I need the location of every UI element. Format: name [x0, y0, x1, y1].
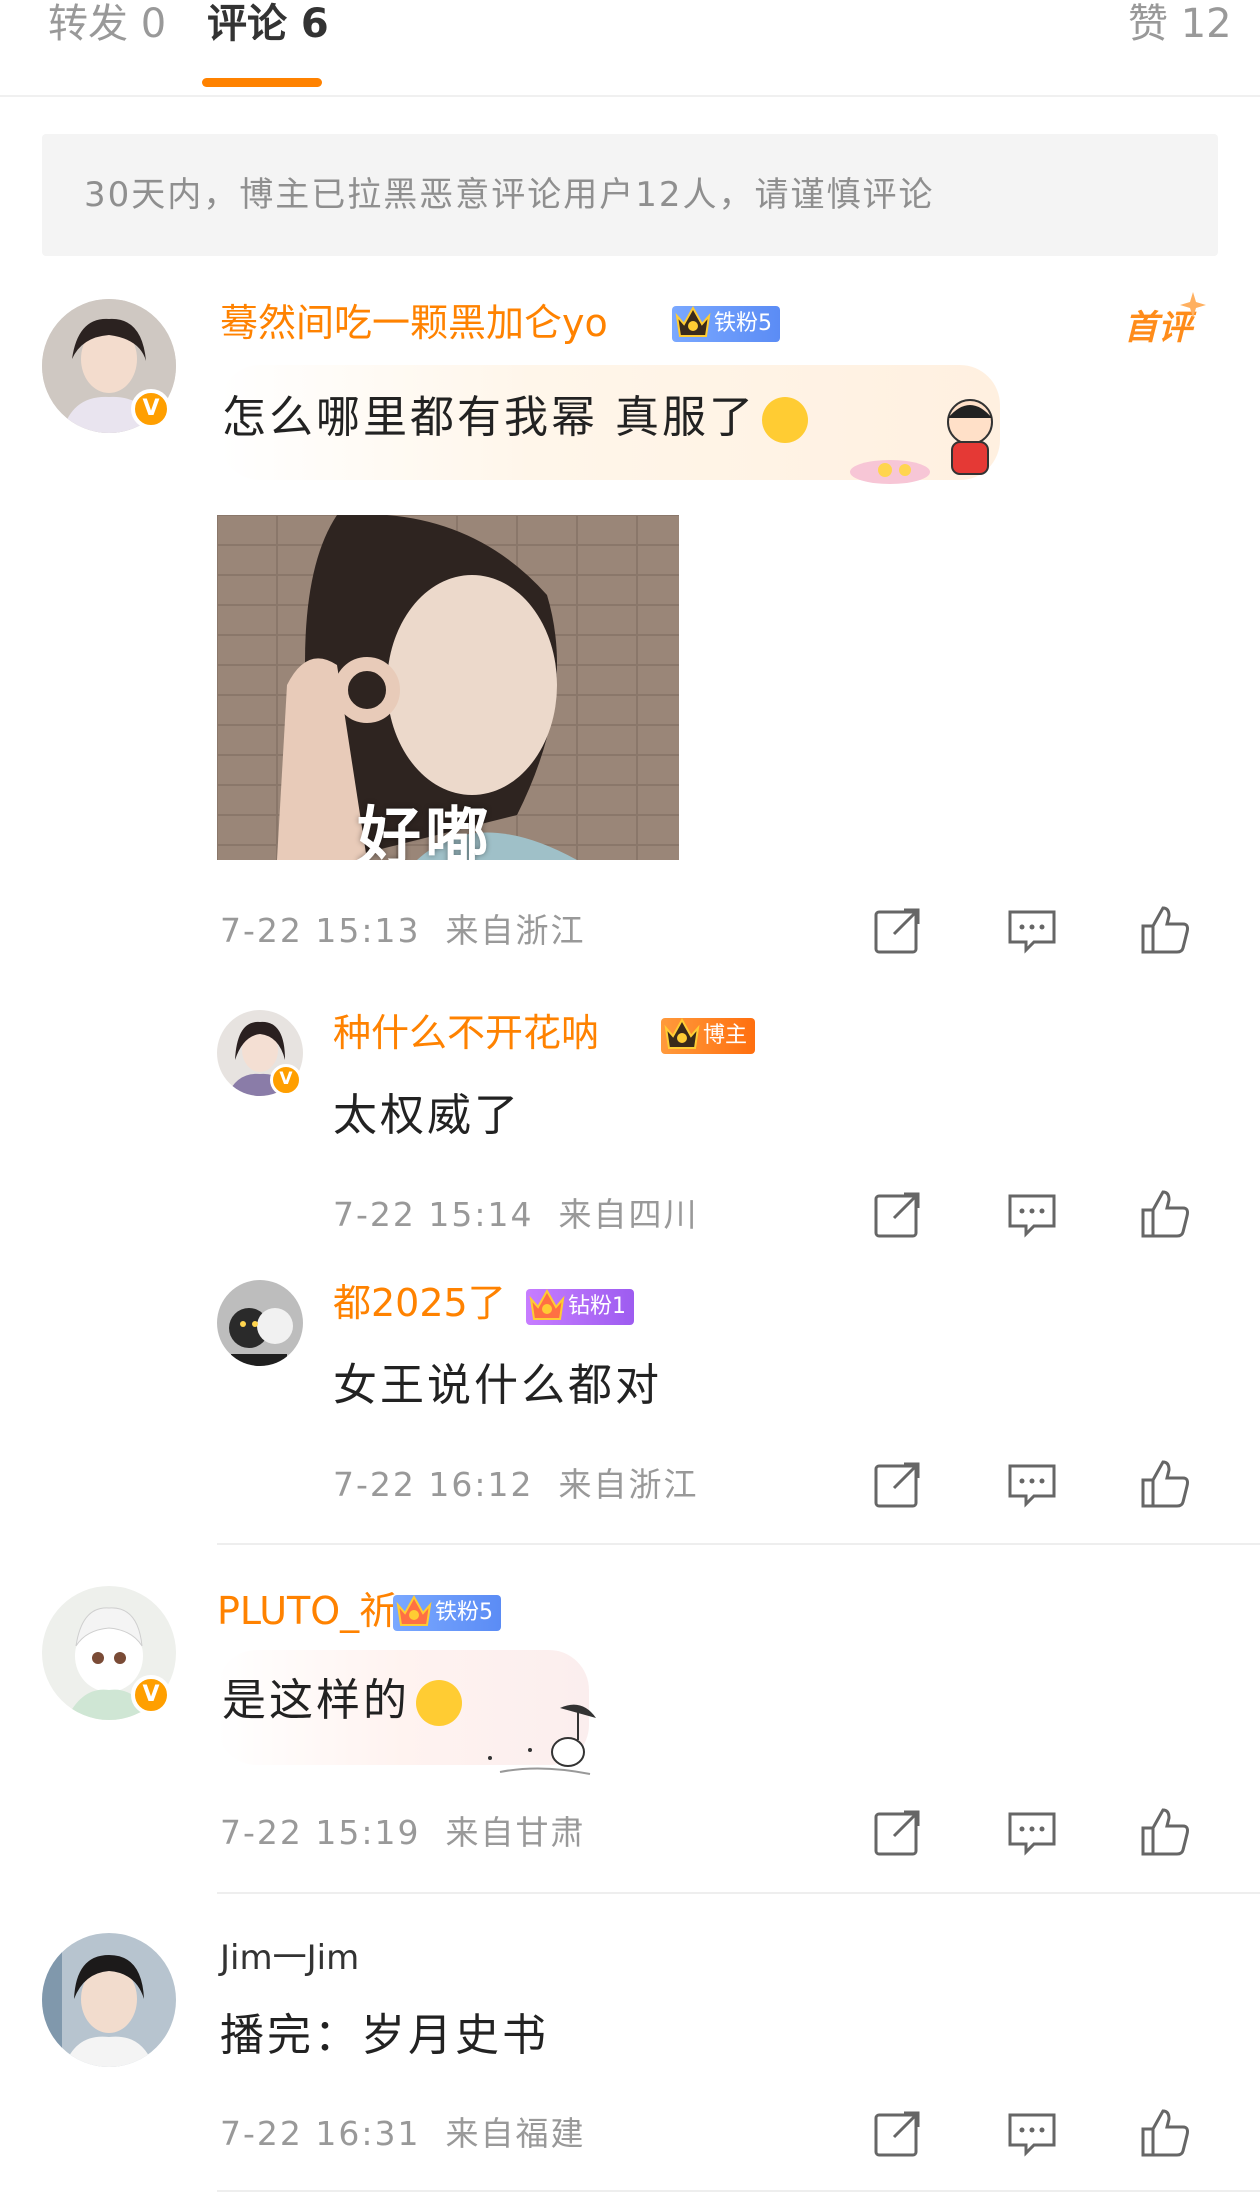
- avatar[interactable]: [217, 1280, 303, 1366]
- crown-icon: [529, 1288, 565, 1320]
- like-button[interactable]: [1137, 1456, 1193, 1512]
- verified-icon: V: [131, 1675, 171, 1715]
- share-icon: [874, 1192, 920, 1238]
- reply-button[interactable]: [1004, 2105, 1060, 2161]
- blogger-badge: 博主: [661, 1017, 756, 1054]
- crown-icon: [664, 1017, 700, 1049]
- first-comment-tag: 首评: [1124, 292, 1206, 349]
- like-icon: [1141, 1808, 1189, 1856]
- sticker-icon: [850, 399, 993, 484]
- share-icon: [874, 1462, 920, 1508]
- tab-reposts[interactable]: 转发 0: [48, 0, 166, 48]
- comment-icon: [1008, 1194, 1056, 1238]
- crown-icon: [675, 305, 711, 337]
- share-button[interactable]: [870, 902, 926, 958]
- divider: [217, 2190, 1260, 2192]
- share-icon: [874, 908, 920, 954]
- like-button[interactable]: [1137, 2105, 1193, 2161]
- comment-text: 播完：岁月史书: [220, 2010, 549, 2061]
- share-button[interactable]: [870, 1456, 926, 1512]
- username[interactable]: PLUTO_祈: [217, 1588, 397, 1634]
- like-button[interactable]: [1137, 1186, 1193, 1242]
- comment-text: 怎么哪里都有我幂 真服了: [222, 390, 808, 446]
- like-button[interactable]: [1137, 1804, 1193, 1860]
- share-button[interactable]: [870, 2105, 926, 2161]
- divider: [217, 1892, 1260, 1894]
- like-icon: [1141, 1460, 1189, 1508]
- share-button[interactable]: [870, 1186, 926, 1242]
- block-notice: 30天内，博主已拉黑恶意评论用户12人，请谨慎评论: [42, 134, 1218, 256]
- username[interactable]: 蓦然间吃一颗黑加仑yo: [220, 300, 608, 346]
- verified-icon: V: [270, 1064, 302, 1096]
- comment-icon: [1008, 910, 1056, 954]
- like-button[interactable]: [1137, 902, 1193, 958]
- fan-badge: 钻粉1: [526, 1288, 634, 1325]
- comment-meta: 7-22 16:31 来自福建: [220, 2114, 586, 2153]
- reply-meta: 7-22 15:14 来自四川: [333, 1195, 699, 1234]
- laughing-emoji-icon: [762, 397, 808, 443]
- reply-button[interactable]: [1004, 1804, 1060, 1860]
- username[interactable]: 都2025了: [333, 1280, 506, 1326]
- like-icon: [1141, 2109, 1189, 2157]
- reply-button[interactable]: [1004, 902, 1060, 958]
- reply-text: 太权威了: [333, 1090, 521, 1141]
- share-icon: [874, 2111, 920, 2157]
- comment-actions: [870, 1804, 1210, 1864]
- crown-icon: [396, 1594, 432, 1626]
- tab-bar: 转发 0 评论 6 赞 12: [0, 0, 1260, 97]
- comment-icon: [1008, 1812, 1056, 1856]
- share-button[interactable]: [870, 1804, 926, 1860]
- reply-actions: [870, 1456, 1210, 1516]
- username[interactable]: 种什么不开花呐: [333, 1010, 599, 1056]
- comment-actions: [870, 2105, 1210, 2165]
- like-icon: [1141, 906, 1189, 954]
- tab-comments[interactable]: 评论 6: [207, 0, 329, 48]
- fan-badge: 铁粉5: [393, 1594, 501, 1631]
- comment-meta: 7-22 15:19 来自甘肃: [220, 1813, 586, 1852]
- reply-text: 女王说什么都对: [333, 1360, 662, 1411]
- verified-icon: V: [131, 389, 171, 429]
- reply-meta: 7-22 16:12 来自浙江: [333, 1465, 699, 1504]
- reply-button[interactable]: [1004, 1456, 1060, 1512]
- comment-actions: [870, 902, 1210, 962]
- avatar[interactable]: [42, 1933, 176, 2067]
- fan-badge: 铁粉5: [672, 305, 780, 342]
- comment-icon: [1008, 2113, 1056, 2157]
- comment-icon: [1008, 1464, 1056, 1508]
- divider: [217, 1543, 1260, 1545]
- image-caption: 好嘟: [357, 801, 493, 860]
- comment-image[interactable]: 好嘟: [217, 515, 679, 860]
- tab-likes[interactable]: 赞 12: [1128, 0, 1232, 48]
- share-icon: [874, 1810, 920, 1856]
- username[interactable]: Jim一Jim: [220, 1935, 359, 1981]
- like-icon: [1141, 1190, 1189, 1238]
- reply-button[interactable]: [1004, 1186, 1060, 1242]
- comment-meta: 7-22 15:13 来自浙江: [220, 911, 586, 950]
- comment-text: 是这样的: [222, 1673, 462, 1729]
- sticker-icon: [488, 1704, 596, 1775]
- crying-emoji-icon: [416, 1680, 462, 1726]
- reply-actions: [870, 1186, 1210, 1246]
- active-tab-indicator: [202, 78, 322, 87]
